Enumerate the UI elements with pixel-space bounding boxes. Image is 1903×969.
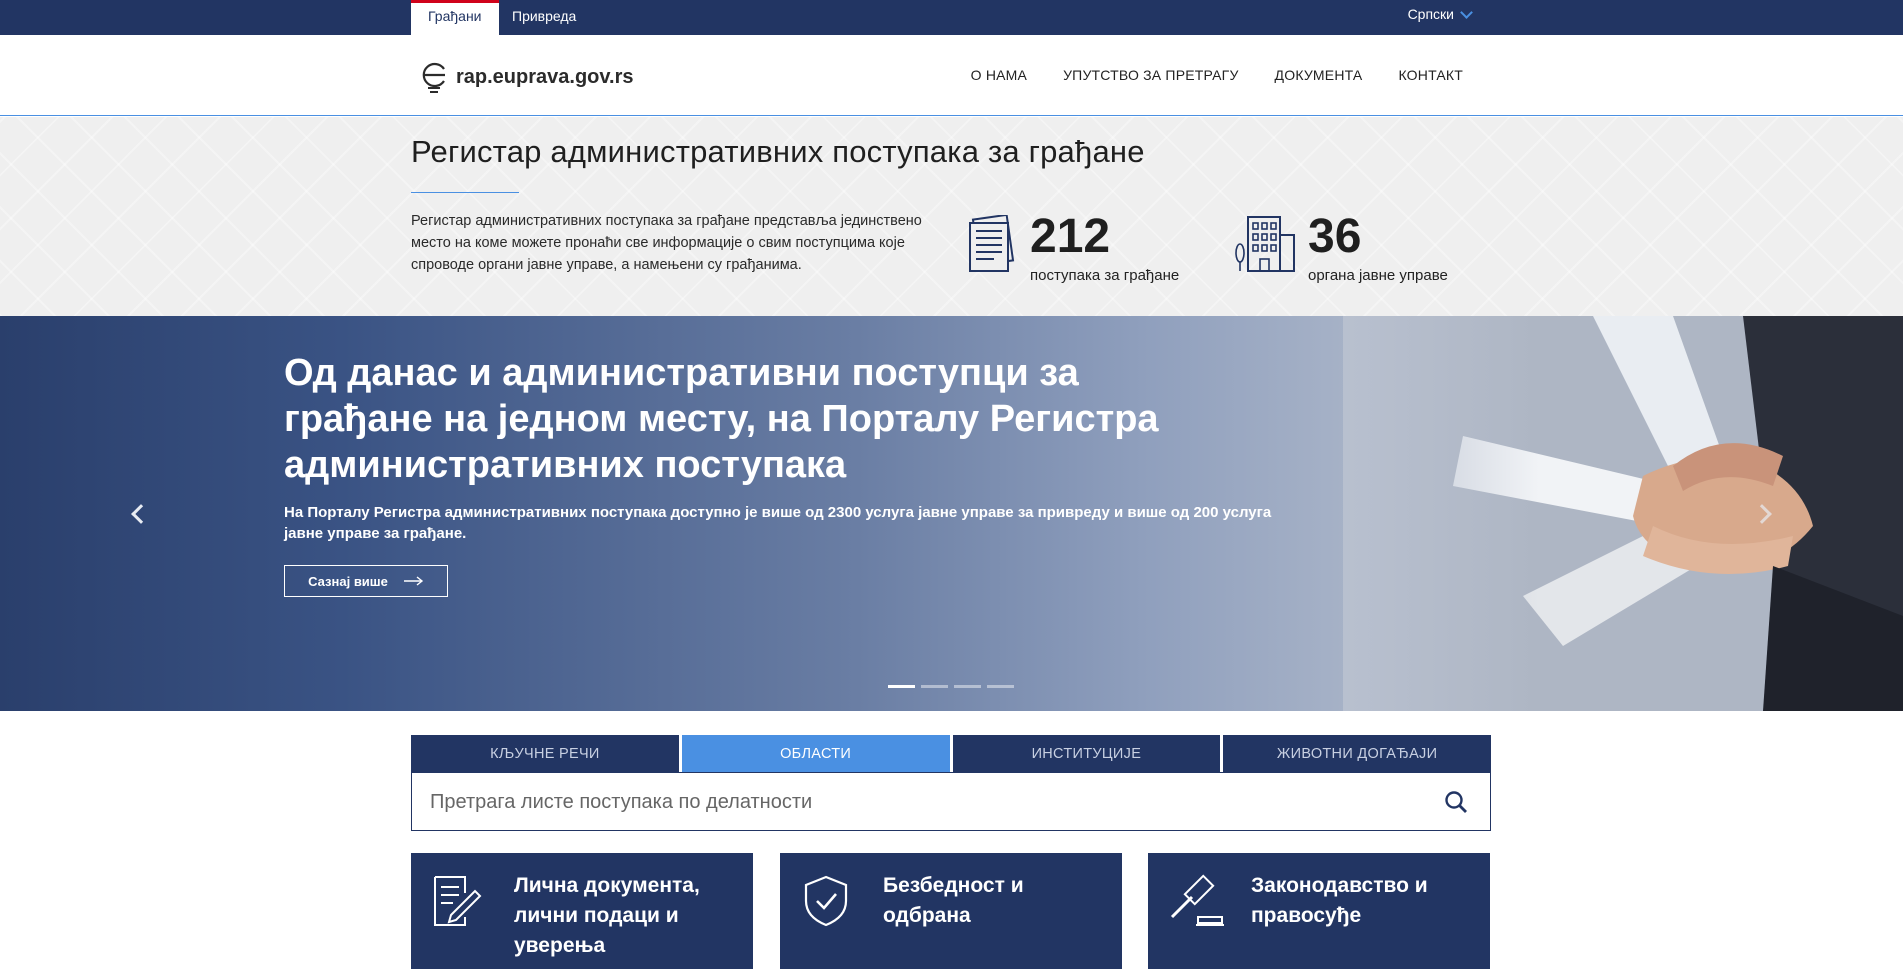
- stat-institutions: 36 органа јавне управе: [1234, 209, 1448, 284]
- title-divider: [411, 192, 519, 193]
- chevron-down-icon: [1460, 5, 1473, 19]
- stat-label: органа јавне управе: [1308, 267, 1448, 284]
- language-selector[interactable]: Српски: [1407, 5, 1473, 22]
- arrow-right-icon: [403, 574, 424, 589]
- learn-more-button[interactable]: Сазнај више: [284, 565, 448, 597]
- category-title: Лична документа, лични подаци и уверења: [514, 874, 700, 957]
- category-title: Законодавство и правосуђе: [1251, 874, 1428, 927]
- hero-text: На Порталу Регистра административних пос…: [284, 504, 1272, 542]
- category-card-legislation-judiciary[interactable]: Законодавство и правосуђе: [1148, 853, 1490, 969]
- stat-procedures: 212 поступака за грађане: [966, 209, 1179, 284]
- search-input[interactable]: [430, 785, 1410, 819]
- carousel-prev-icon[interactable]: [131, 504, 151, 524]
- tab-areas[interactable]: ОБЛАСТИ: [681, 735, 950, 772]
- document-edit-icon: [431, 873, 483, 934]
- documents-icon: [966, 213, 1018, 278]
- nav-documents[interactable]: ДОКУМЕНТА: [1275, 67, 1363, 83]
- logo-text: rap.euprava.gov.rs: [456, 66, 634, 88]
- tab-life-events[interactable]: ЖИВОТНИ ДОГАЂАЈИ: [1223, 735, 1491, 772]
- stat-value: 36: [1308, 210, 1362, 263]
- shield-check-icon: [800, 873, 852, 934]
- search-tabs: КЉУЧНЕ РЕЧИ ОБЛАСТИ ИНСТИТУЦИЈЕ ЖИВОТНИ …: [411, 735, 1491, 772]
- tab-keywords[interactable]: КЉУЧНЕ РЕЧИ: [411, 735, 679, 772]
- category-title: Безбедност и одбрана: [883, 874, 1024, 927]
- main-nav: О НАМА УПУТСТВО ЗА ПРЕТРАГУ ДОКУМЕНТА КО…: [971, 67, 1463, 83]
- nav-contact[interactable]: КОНТАКТ: [1398, 67, 1463, 83]
- category-card-personal-documents[interactable]: Лична документа, лични подаци и уверења: [411, 853, 753, 969]
- tab-institutions[interactable]: ИНСТИТУЦИЈЕ: [952, 735, 1221, 772]
- hero-photo: [1343, 316, 1903, 711]
- language-label: Српски: [1407, 6, 1454, 22]
- page-title: Регистар административних поступака за г…: [411, 134, 1145, 169]
- nav-search-guide[interactable]: УПУТСТВО ЗА ПРЕТРАГУ: [1063, 67, 1238, 83]
- intro-section: Регистар административних поступака за г…: [0, 117, 1903, 316]
- logo-icon: [418, 55, 450, 100]
- gavel-icon: [1168, 873, 1226, 934]
- carousel-dot[interactable]: [921, 685, 948, 688]
- stat-value: 212: [1030, 210, 1111, 263]
- category-card-security-defense[interactable]: Безбедност и одбрана: [780, 853, 1122, 969]
- carousel-dot[interactable]: [954, 685, 981, 688]
- tab-citizens[interactable]: Грађани: [411, 0, 499, 35]
- site-logo[interactable]: rap.euprava.gov.rs: [418, 55, 633, 100]
- site-header: rap.euprava.gov.rs О НАМА УПУТСТВО ЗА ПР…: [0, 35, 1903, 116]
- carousel-dot[interactable]: [888, 685, 915, 688]
- intro-description: Регистар административних поступака за г…: [411, 213, 922, 273]
- nav-about[interactable]: О НАМА: [971, 67, 1027, 83]
- learn-more-label: Сазнај више: [308, 573, 388, 589]
- stat-label: поступака за грађане: [1030, 267, 1180, 284]
- carousel-dot[interactable]: [987, 685, 1014, 688]
- carousel-indicators: [888, 685, 1014, 688]
- top-bar: Грађани Привреда Српски: [0, 0, 1903, 35]
- tab-business[interactable]: Привреда: [495, 0, 593, 35]
- search-box: [411, 772, 1491, 831]
- hero-heading: Од данас и административни поступци за г…: [284, 352, 1159, 486]
- hero-carousel: Од данас и административни поступци за г…: [0, 316, 1903, 711]
- search-icon[interactable]: [1444, 790, 1468, 819]
- building-icon: [1234, 213, 1296, 278]
